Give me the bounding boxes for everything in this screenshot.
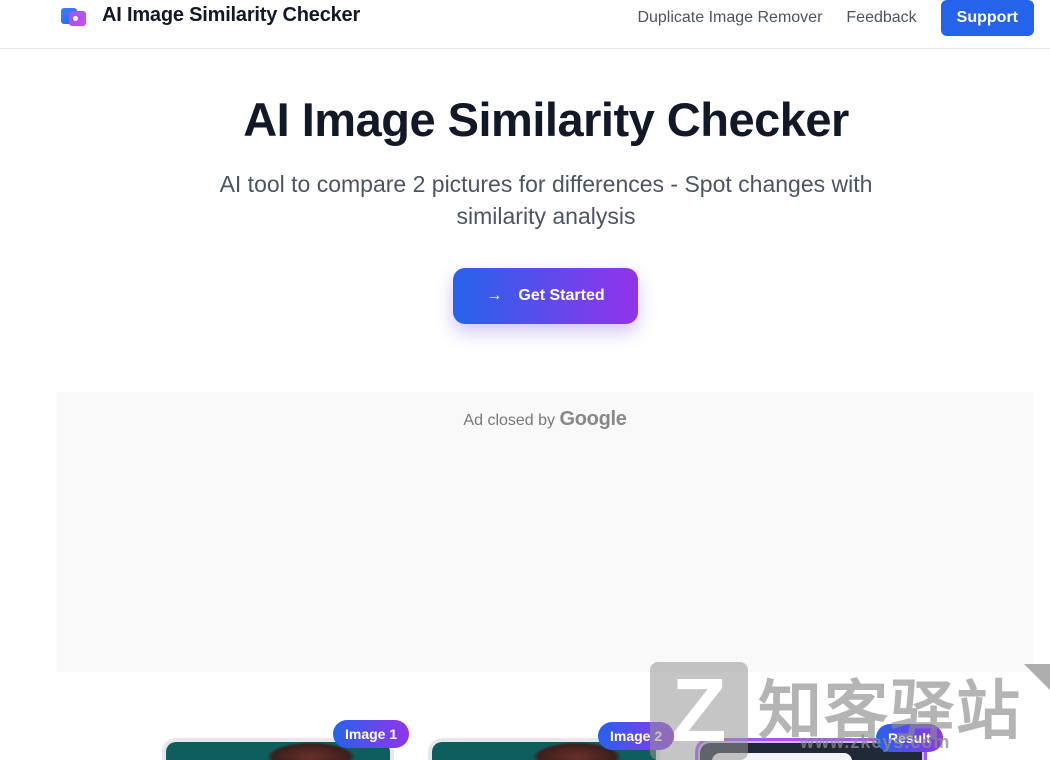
badge-image-1: Image 1 bbox=[333, 720, 410, 748]
page-subtitle: AI tool to compare 2 pictures for differ… bbox=[219, 171, 873, 229]
nav-link-feedback[interactable]: Feedback bbox=[846, 9, 916, 27]
watermark-arrow-icon bbox=[1024, 664, 1050, 690]
arrow-right-icon: → bbox=[486, 287, 503, 304]
ad-closed-notice: Ad closed by Google bbox=[57, 408, 1033, 431]
get-started-label: Get Started bbox=[518, 287, 605, 304]
main-nav: Duplicate Image Remover Feedback Support bbox=[637, 0, 1034, 36]
nav-link-duplicate-image-remover[interactable]: Duplicate Image Remover bbox=[637, 9, 822, 27]
brand[interactable]: AI Image Similarity Checker bbox=[60, 4, 360, 27]
ad-container: Ad closed by Google bbox=[57, 392, 1033, 672]
watermark: Z 知客驿站 www.zkeys.com bbox=[650, 660, 1050, 760]
watermark-logo-icon: Z bbox=[650, 662, 748, 760]
support-button[interactable]: Support bbox=[940, 0, 1034, 36]
top-header: AI Image Similarity Checker Duplicate Im… bbox=[0, 0, 1050, 49]
watermark-url: www.zkeys.com bbox=[800, 732, 951, 752]
page-title: AI Image Similarity Checker bbox=[243, 93, 849, 146]
ad-closed-text: Ad closed by bbox=[463, 412, 556, 429]
brand-logo-icon bbox=[60, 5, 88, 27]
brand-title: AI Image Similarity Checker bbox=[102, 4, 361, 26]
google-logo: Google bbox=[559, 408, 627, 430]
get-started-button[interactable]: → Get Started bbox=[453, 268, 638, 324]
